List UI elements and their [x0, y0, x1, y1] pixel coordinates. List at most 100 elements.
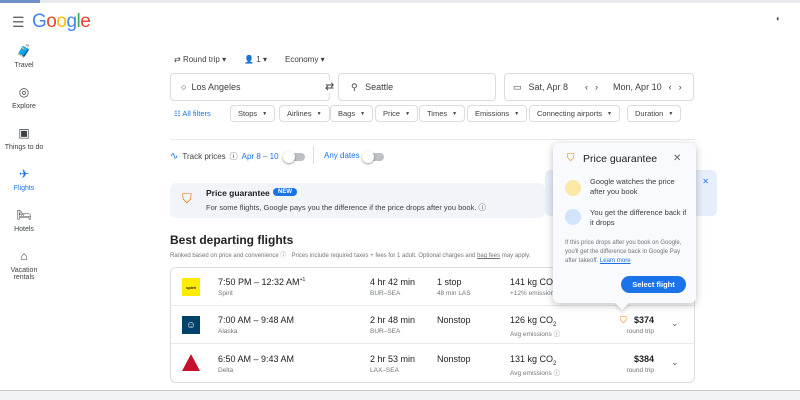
filter-connecting-airports[interactable]: Connecting airports ▼	[529, 105, 620, 122]
price-guarantee-icon[interactable]: ⛉	[620, 315, 627, 326]
price-guarantee-banner: ⛉ Price guarantee NEW For some flights, …	[170, 183, 545, 218]
popover-item: You get the difference back if it drops	[590, 208, 687, 227]
emissions-note: Avg emissions ⓘ	[510, 370, 561, 377]
window-top-bar	[0, 0, 800, 3]
prev-return-icon[interactable]: ‹	[669, 82, 672, 92]
circle-icon: ○	[181, 82, 187, 92]
sidebar-item-flights[interactable]: ✈ Flights	[0, 167, 48, 192]
theme-icon[interactable]: ◐	[776, 14, 781, 23]
bag-fees-link[interactable]: bag fees	[477, 253, 500, 259]
any-dates-label: Any dates	[324, 151, 360, 160]
stop-detail: 48 min LAS	[437, 290, 471, 297]
duration: 2 hr 53 min	[370, 354, 416, 364]
stops: 1 stop	[437, 277, 462, 287]
luggage-icon: 🧳	[16, 44, 32, 58]
house-icon: ⌂	[20, 249, 28, 263]
alaska-logo: ☺	[182, 316, 200, 334]
return-date[interactable]: Mon, Apr 10	[613, 82, 662, 92]
sidebar-item-things-to-do[interactable]: ▣ Things to do	[0, 126, 48, 151]
info-icon[interactable]: ⓘ	[280, 253, 286, 259]
passengers-select[interactable]: 👤 1 ▾	[244, 55, 267, 64]
co2: 126 kg CO2	[510, 315, 557, 328]
refund-illustration-icon	[565, 209, 581, 225]
sidebar-item-label: Things to do	[4, 144, 44, 151]
sidebar-item-hotels[interactable]: 🛏 Hotels	[0, 208, 48, 233]
filter-airlines[interactable]: Airlines ▼	[279, 105, 330, 122]
sidebar-item-travel[interactable]: 🧳 Travel	[0, 44, 48, 69]
sidebar-item-label: Hotels	[14, 226, 34, 233]
filter-times[interactable]: Times ▼	[419, 105, 466, 122]
track-prices-label: Track prices	[182, 152, 226, 161]
sidebar-item-label: Travel	[14, 62, 34, 69]
price-note: round trip	[626, 367, 654, 374]
divider	[313, 146, 314, 164]
next-depart-icon[interactable]: ›	[595, 82, 598, 92]
explore-icon: ◎	[18, 85, 30, 99]
learn-more-link[interactable]: Learn more	[600, 258, 631, 264]
sidebar-item-explore[interactable]: ◎ Explore	[0, 85, 48, 110]
divider	[170, 139, 695, 140]
filter-stops[interactable]: Stops ▼	[230, 105, 276, 122]
delta-logo	[182, 354, 200, 371]
trip-type-select[interactable]: ⇄ Round trip ▾	[174, 55, 226, 64]
airline: Spirit	[218, 290, 233, 297]
close-icon[interactable]: ✕	[702, 177, 709, 186]
google-logo[interactable]: Google	[32, 11, 91, 33]
info-icon[interactable]: ⓘ	[230, 151, 238, 162]
route: BUR–SEA	[370, 328, 401, 335]
trend-icon: ∿	[170, 151, 179, 162]
chevron-down-icon[interactable]: ⌄	[671, 318, 679, 329]
track-dates: Apr 8 – 10	[241, 152, 279, 161]
airline: Alaska	[218, 328, 238, 335]
flight-row[interactable]: 6:50 AM – 9:43 AM Delta 2 hr 53 min LAX–…	[171, 345, 694, 383]
sidebar-item-label: Flights	[13, 185, 35, 192]
info-icon[interactable]: ⓘ	[479, 203, 487, 212]
destination-input[interactable]: ⚲ Seattle	[338, 73, 496, 101]
chevron-down-icon[interactable]: ⌄	[671, 357, 679, 368]
emissions-note: Avg emissions ⓘ	[510, 331, 561, 338]
all-filters-button[interactable]: ☷ All filters	[174, 109, 211, 118]
banner-title: Price guarantee	[206, 188, 270, 198]
track-prices-toggle[interactable]	[283, 151, 305, 163]
route: LAX–SEA	[370, 367, 399, 374]
duration: 4 hr 42 min	[370, 277, 416, 287]
flight-times: 6:50 AM – 9:43 AM	[218, 354, 295, 364]
filter-duration[interactable]: Duration ▼	[627, 105, 682, 122]
bed-icon: 🛏	[16, 208, 32, 222]
filter-bags[interactable]: Bags ▼	[330, 105, 374, 122]
co2: 131 kg CO2	[510, 354, 557, 367]
duration: 2 hr 48 min	[370, 315, 416, 325]
shield-dollar-icon: ⛉	[567, 153, 575, 164]
flight-times: 7:50 PM – 12:32 AM+1	[218, 277, 306, 287]
popover-title: Price guarantee	[583, 153, 658, 165]
close-icon[interactable]: ✕	[673, 153, 681, 164]
date-picker[interactable]: ▭ Sat, Apr 8 ‹ › Mon, Apr 10 ‹ ›	[504, 73, 694, 101]
any-dates-toggle[interactable]	[362, 151, 384, 163]
price: $374	[633, 315, 654, 325]
flight-row[interactable]: ☺ 7:00 AM – 9:48 AM Alaska 2 hr 48 min B…	[171, 306, 694, 344]
airplane-icon: ✈	[18, 167, 30, 181]
route: BUR–SEA	[370, 290, 401, 297]
taskbar	[0, 390, 800, 400]
camera-icon: ▣	[18, 126, 30, 140]
filter-price[interactable]: Price ▼	[375, 105, 419, 122]
origin-input[interactable]: ○ Los Angeles	[170, 73, 330, 101]
select-flight-button[interactable]: Select flight	[621, 276, 686, 293]
shield-dollar-icon: ⛉	[182, 191, 192, 206]
results-subtitle: Ranked based on price and convenience ⓘ …	[170, 253, 531, 259]
banner-text: For some flights, Google pays you the di…	[206, 203, 487, 212]
watch-illustration-icon	[565, 180, 581, 196]
price: $384	[633, 354, 654, 364]
popover-item: Google watches the price after you book	[590, 177, 675, 196]
stops: Nonstop	[437, 354, 471, 364]
prev-depart-icon[interactable]: ‹	[585, 82, 588, 92]
co2: 141 kg CO2	[510, 277, 556, 290]
depart-date[interactable]: Sat, Apr 8	[529, 82, 569, 92]
filter-emissions[interactable]: Emissions ▼	[467, 105, 528, 122]
next-return-icon[interactable]: ›	[679, 82, 682, 92]
menu-icon[interactable]: ☰	[12, 14, 25, 31]
cabin-select[interactable]: Economy ▾	[285, 55, 325, 64]
price-note: round trip	[626, 328, 654, 335]
sidebar-item-vacation-rentals[interactable]: ⌂ Vacation rentals	[2, 249, 46, 281]
swap-icon[interactable]: ⇄	[325, 80, 335, 93]
